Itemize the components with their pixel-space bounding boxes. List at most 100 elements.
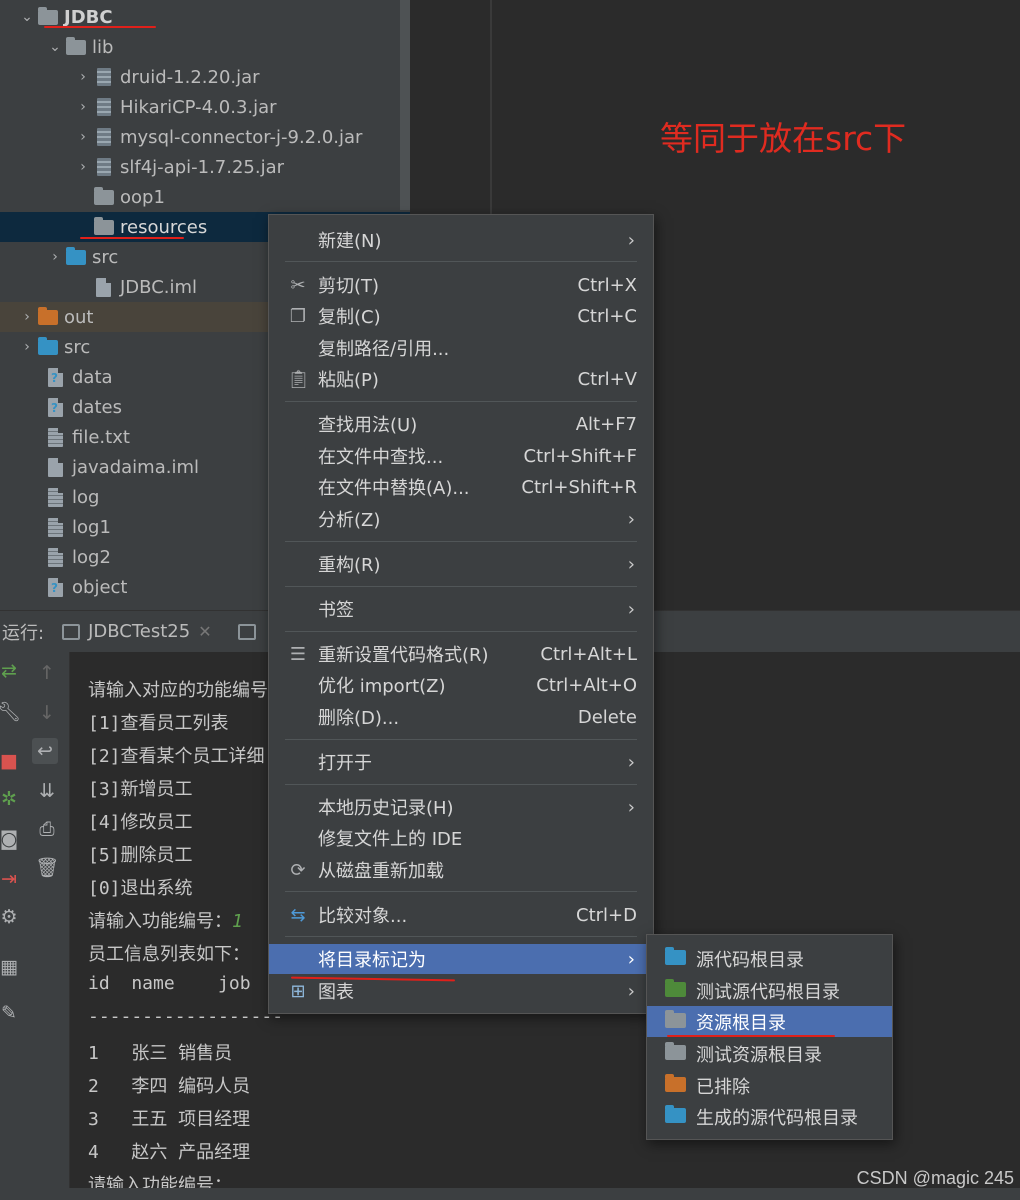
chevron-right-icon: ›	[627, 229, 635, 251]
menu-item-replace-in-files[interactable]: 在文件中替换(A)... Ctrl+Shift+R	[269, 472, 653, 502]
tree-item-label: src	[92, 246, 119, 268]
exit-icon[interactable]: ⇥	[0, 866, 22, 892]
menu-item-copy[interactable]: ❐ 复制(C) Ctrl+C	[269, 301, 653, 331]
mark-directory-submenu: 源代码根目录 测试源代码根目录 资源根目录 测试资源根目录 已排除 生成的源代码…	[646, 934, 893, 1140]
chevron-right-icon[interactable]: ›	[16, 339, 38, 355]
console-line: [0]退出系统	[88, 878, 193, 899]
camera-icon[interactable]: ◙	[0, 826, 22, 852]
chevron-right-icon: ›	[627, 751, 635, 773]
submenu-item-test-resources-root[interactable]: 测试资源根目录	[647, 1038, 892, 1069]
tree-item-label: HikariCP-4.0.3.jar	[120, 96, 277, 118]
submenu-item-source-root[interactable]: 源代码根目录	[647, 943, 892, 974]
submenu-item-test-source-root[interactable]: 测试源代码根目录	[647, 975, 892, 1006]
print-icon[interactable]: ⎙	[34, 816, 60, 842]
compare-icon: ⇆	[290, 904, 306, 926]
copy-icon: ❐	[289, 305, 307, 327]
tree-item-label: mysql-connector-j-9.2.0.jar	[120, 126, 363, 148]
chevron-right-icon[interactable]: ›	[72, 99, 94, 115]
tree-item-label: log	[72, 486, 100, 508]
text-file-icon	[46, 518, 66, 537]
menu-item-repair-ide[interactable]: 修复文件上的 IDE	[269, 823, 653, 853]
chevron-down-icon[interactable]: ⌄	[44, 39, 66, 55]
excluded-folder-icon	[38, 307, 58, 326]
jar-icon	[94, 98, 114, 116]
menu-item-local-history[interactable]: 本地历史记录(H) ›	[269, 792, 653, 822]
resources-root-icon	[665, 1010, 686, 1028]
menu-item-diagrams[interactable]: ⊞ 图表 ›	[269, 976, 653, 1006]
run-config-icon[interactable]	[237, 623, 256, 640]
unknown-file-icon	[46, 368, 66, 387]
tree-item-label: out	[64, 306, 94, 328]
menu-item-find-in-files[interactable]: 在文件中查找... Ctrl+Shift+F	[269, 441, 653, 471]
menu-separator	[285, 631, 637, 632]
submenu-item-generated-source-root[interactable]: 生成的源代码根目录	[647, 1101, 892, 1132]
scissors-icon: ✂	[290, 274, 306, 296]
menu-item-label: 图表	[318, 982, 354, 1003]
submenu-item-label: 测试源代码根目录	[696, 981, 840, 1003]
menu-item-delete[interactable]: 删除(D)... Delete	[269, 702, 653, 732]
chevron-right-icon[interactable]: ›	[44, 249, 66, 265]
layout-icon[interactable]: ▦	[0, 954, 22, 980]
menu-item-new[interactable]: 新建(N) ›	[269, 225, 653, 255]
restore-icon[interactable]: ✲	[0, 786, 22, 812]
menu-item-reload-from-disk[interactable]: ⟳ 从磁盘重新加载	[269, 855, 653, 885]
test-resources-root-icon	[665, 1042, 686, 1060]
menu-item-shortcut: Ctrl+C	[577, 305, 637, 327]
scroll-to-end-icon[interactable]: ⇊	[34, 778, 60, 804]
menu-separator	[285, 401, 637, 402]
submenu-item-excluded[interactable]: 已排除	[647, 1070, 892, 1101]
wrench-icon[interactable]: 🔧︎	[0, 698, 22, 724]
tree-item-oop1[interactable]: oop1	[0, 182, 410, 212]
generated-source-root-icon	[665, 1105, 686, 1123]
tree-item-lib[interactable]: ⌄ lib	[0, 32, 410, 62]
stop-icon[interactable]: ■	[0, 748, 22, 774]
menu-item-paste[interactable]: 📋︎ 粘贴(P) Ctrl+V	[269, 364, 653, 394]
folder-icon	[94, 187, 114, 206]
chevron-down-icon[interactable]: ⌄	[16, 9, 38, 25]
console-line: [5]删除员工	[88, 845, 193, 866]
menu-item-shortcut: Ctrl+Alt+L	[540, 643, 637, 665]
chevron-right-icon[interactable]: ›	[72, 129, 94, 145]
close-icon[interactable]: ✕	[198, 622, 211, 641]
tree-item-jar[interactable]: › mysql-connector-j-9.2.0.jar	[0, 122, 410, 152]
run-toolbar: ⇄ 🔧︎ ■ ✲ ◙ ⇥ ⚙ ▦ ✎	[0, 652, 22, 1200]
menu-item-cut[interactable]: ✂ 剪切(T) Ctrl+X	[269, 270, 653, 300]
tab-run-config[interactable]: JDBCTest25 ✕	[62, 621, 212, 642]
menu-item-label: 分析(Z)	[318, 510, 381, 531]
tree-item-jar[interactable]: › druid-1.2.20.jar	[0, 62, 410, 92]
soft-wrap-icon[interactable]: ↩	[32, 738, 58, 764]
menu-item-reformat[interactable]: ☰ 重新设置代码格式(R) Ctrl+Alt+L	[269, 639, 653, 669]
trash-icon[interactable]: 🗑︎	[34, 854, 60, 880]
watermark: CSDN @magic 245	[856, 1168, 1014, 1188]
menu-item-compare-with[interactable]: ⇆ 比较对象... Ctrl+D	[269, 900, 653, 930]
menu-item-optimize-imports[interactable]: 优化 import(Z) Ctrl+Alt+O	[269, 670, 653, 700]
menu-item-mark-directory-as[interactable]: 将目录标记为 ›	[269, 944, 653, 974]
menu-item-copy-path[interactable]: 复制路径/引用...	[269, 333, 653, 363]
menu-item-analyze[interactable]: 分析(Z) ›	[269, 504, 653, 534]
tree-scrollbar[interactable]	[400, 0, 410, 210]
chevron-right-icon[interactable]: ›	[72, 159, 94, 175]
menu-item-label: 新建(N)	[318, 231, 382, 252]
arrow-down-icon[interactable]: ↓	[34, 700, 60, 726]
menu-item-label: 重构(R)	[318, 555, 381, 576]
tree-item-jar[interactable]: › slf4j-api-1.7.25.jar	[0, 152, 410, 182]
tree-item-jar[interactable]: › HikariCP-4.0.3.jar	[0, 92, 410, 122]
menu-item-bookmarks[interactable]: 书签 ›	[269, 594, 653, 624]
settings-icon[interactable]: ⚙	[0, 904, 22, 930]
menu-item-refactor[interactable]: 重构(R) ›	[269, 549, 653, 579]
arrow-up-icon[interactable]: ↑	[34, 660, 60, 686]
red-underline-annotation	[80, 237, 184, 239]
menu-item-open-in[interactable]: 打开于 ›	[269, 747, 653, 777]
chevron-right-icon[interactable]: ›	[72, 69, 94, 85]
submenu-item-resources-root[interactable]: 资源根目录	[647, 1006, 892, 1037]
chevron-right-icon[interactable]: ›	[16, 309, 38, 325]
tree-item-label: file.txt	[72, 426, 130, 448]
rerun-icon[interactable]: ⇄	[0, 658, 22, 684]
text-file-icon	[46, 488, 66, 507]
console-line: 2 李四 编码人员	[88, 1076, 251, 1097]
console-line: 请输入对应的功能编号	[88, 680, 268, 701]
menu-separator	[285, 891, 637, 892]
pin-icon[interactable]: ✎	[0, 1000, 22, 1026]
menu-item-find-usages[interactable]: 查找用法(U) Alt+F7	[269, 409, 653, 439]
submenu-item-label: 已排除	[696, 1076, 750, 1098]
